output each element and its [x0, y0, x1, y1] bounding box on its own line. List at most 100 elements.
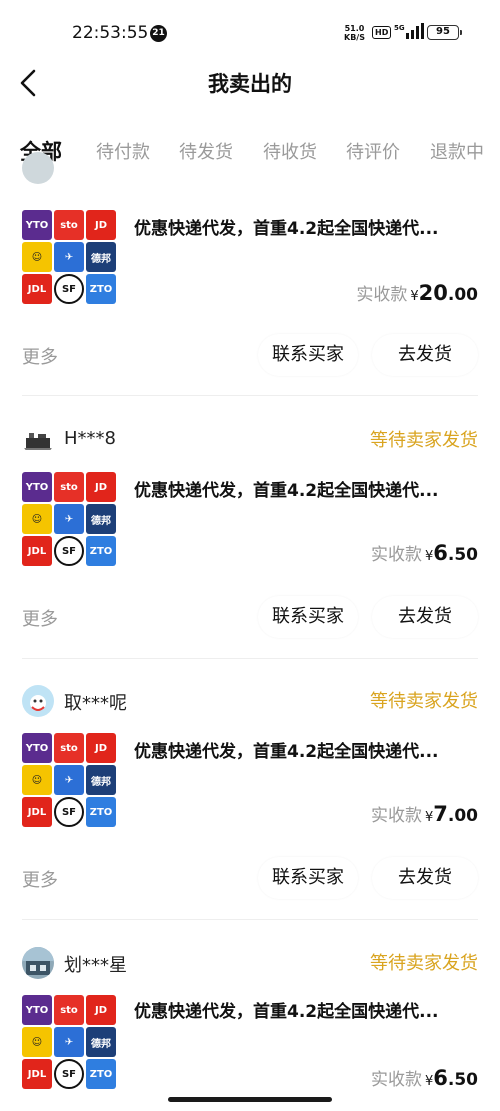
courier-logo-tile: JDL	[22, 797, 52, 827]
buyer-name: 取***呢	[64, 693, 127, 714]
courier-logo-tile: sto	[54, 210, 84, 240]
courier-logo-tile: JDL	[22, 1059, 52, 1089]
courier-logo-tile: 德邦	[86, 504, 116, 534]
more-button[interactable]: 更多	[22, 605, 58, 631]
price-currency: ¥	[424, 1074, 434, 1089]
order-price: 实收款 ¥6.50	[371, 540, 478, 565]
price-decimal: .00	[447, 285, 478, 305]
divider	[22, 919, 478, 920]
courier-logo-tile: YTO	[22, 995, 52, 1025]
courier-logo-tile: YTO	[22, 210, 52, 240]
notification-badge: 21	[150, 25, 167, 42]
ship-button[interactable]: 去发货	[372, 334, 478, 376]
item-title[interactable]: 优惠快递代发，首重4.2起全国快递代...	[134, 997, 474, 1022]
status-time: 22:53:55	[72, 23, 149, 43]
courier-logo-tile: SF	[54, 797, 84, 827]
price-currency: ¥	[424, 549, 434, 564]
more-button[interactable]: 更多	[22, 343, 58, 369]
price-label: 实收款	[356, 285, 408, 305]
battery-icon: 95	[427, 25, 462, 40]
courier-logo-tile: sto	[54, 472, 84, 502]
item-title[interactable]: 优惠快递代发，首重4.2起全国快递代...	[134, 214, 474, 239]
signal-icon: 5G	[394, 23, 424, 39]
price-integer: 6	[433, 541, 448, 565]
courier-logo-tile: JD	[86, 210, 116, 240]
contact-buyer-button[interactable]: 联系买家	[258, 334, 358, 376]
buyer-avatar	[22, 424, 54, 456]
price-label: 实收款	[370, 806, 422, 826]
courier-logo-tile: SF	[54, 1059, 84, 1089]
price-decimal: .50	[447, 545, 478, 565]
order-status: 等待卖家发货	[370, 430, 478, 451]
order-status: 等待卖家发货	[370, 953, 478, 974]
ship-button[interactable]: 去发货	[372, 596, 478, 638]
network-speed-value: 51.0	[344, 24, 365, 33]
courier-logo-tile: ☺	[22, 242, 52, 272]
courier-logo-tile: sto	[54, 733, 84, 763]
more-button[interactable]: 更多	[22, 866, 58, 892]
courier-logo-tile: 德邦	[86, 242, 116, 272]
divider	[22, 658, 478, 659]
price-integer: 7	[433, 802, 448, 826]
price-currency: ¥	[410, 289, 419, 304]
price-decimal: .00	[447, 806, 478, 826]
price-currency: ¥	[424, 810, 434, 825]
status-bar: 22:53:55 21 51.0 KB/S HD 5G 95	[0, 0, 500, 62]
item-thumbnail[interactable]: YTO sto JD ☺ ✈ 德邦 JDL SF ZTO	[22, 995, 116, 1089]
courier-logo-tile: JD	[86, 733, 116, 763]
tab-pending-payment[interactable]: 待付款	[96, 138, 150, 164]
courier-logo-tile: ✈	[54, 1027, 84, 1057]
order-price: 实收款 ¥7.00	[371, 801, 478, 826]
courier-logo-tile: 德邦	[86, 1027, 116, 1057]
home-indicator[interactable]	[168, 1097, 332, 1102]
tab-pending-receipt[interactable]: 待收货	[263, 138, 317, 164]
price-integer: 6	[433, 1066, 448, 1090]
price-label: 实收款	[370, 1070, 422, 1090]
buyer-name: H***8	[64, 428, 116, 449]
item-thumbnail[interactable]: YTO sto JD ☺ ✈ 德邦 JDL SF ZTO	[22, 210, 116, 304]
courier-logo-tile: YTO	[22, 472, 52, 502]
tab-refunding[interactable]: 退款中	[430, 138, 484, 164]
courier-logo-tile: JDL	[22, 274, 52, 304]
courier-logo-tile: SF	[54, 274, 84, 304]
courier-logo-tile: ☺	[22, 765, 52, 795]
ship-button[interactable]: 去发货	[372, 857, 478, 899]
order-card[interactable]: YTO sto JD ☺ ✈ 德邦 JDL SF ZTO 优惠快递代发，首重4.2起全国快递代.…	[0, 152, 500, 396]
hd-icon: HD	[372, 26, 392, 39]
courier-logo-tile: SF	[54, 536, 84, 566]
order-card[interactable]: 划***星 等待卖家发货 YTO sto JD ☺ ✈ 德邦 JDL SF ZTO 优惠快递代发…	[0, 945, 500, 1111]
tab-pending-review[interactable]: 待评价	[346, 138, 400, 164]
order-card[interactable]: 取***呢 等待卖家发货 YTO sto JD ☺ ✈ 德邦 JDL SF ZTO 优惠快递代发…	[0, 683, 500, 920]
courier-logo-tile: ✈	[54, 765, 84, 795]
order-status: 等待卖家发货	[370, 691, 478, 712]
item-thumbnail[interactable]: YTO sto JD ☺ ✈ 德邦 JDL SF ZTO	[22, 733, 116, 827]
buyer-name: 划***星	[64, 955, 127, 976]
order-price: 实收款 ¥20.00	[356, 280, 478, 305]
price-integer: 20	[418, 281, 448, 305]
courier-logo-tile: JD	[86, 472, 116, 502]
courier-logo-tile: ZTO	[86, 1059, 116, 1089]
item-thumbnail[interactable]: YTO sto JD ☺ ✈ 德邦 JDL SF ZTO	[22, 472, 116, 566]
network-type: 5G	[394, 24, 405, 32]
courier-logo-tile: ✈	[54, 242, 84, 272]
courier-logo-tile: ZTO	[86, 274, 116, 304]
buyer-avatar	[22, 152, 54, 184]
buyer-avatar	[22, 947, 54, 979]
divider	[22, 395, 478, 396]
courier-logo-tile: 德邦	[86, 765, 116, 795]
battery-level: 95	[436, 26, 450, 37]
courier-logo-tile: YTO	[22, 733, 52, 763]
network-speed: 51.0 KB/S	[344, 24, 365, 42]
contact-buyer-button[interactable]: 联系买家	[258, 857, 358, 899]
order-card[interactable]: H***8 等待卖家发货 YTO sto JD ☺ ✈ 德邦 JDL SF ZTO 优惠快递代发…	[0, 422, 500, 659]
tab-pending-shipment[interactable]: 待发货	[179, 138, 233, 164]
order-price: 实收款 ¥6.50	[371, 1065, 478, 1090]
item-title[interactable]: 优惠快递代发，首重4.2起全国快递代...	[134, 476, 474, 501]
courier-logo-tile: JDL	[22, 536, 52, 566]
courier-logo-tile: ZTO	[86, 536, 116, 566]
courier-logo-tile: sto	[54, 995, 84, 1025]
item-title[interactable]: 优惠快递代发，首重4.2起全国快递代...	[134, 737, 474, 762]
courier-logo-tile: JD	[86, 995, 116, 1025]
contact-buyer-button[interactable]: 联系买家	[258, 596, 358, 638]
page-title: 我卖出的	[208, 72, 292, 96]
